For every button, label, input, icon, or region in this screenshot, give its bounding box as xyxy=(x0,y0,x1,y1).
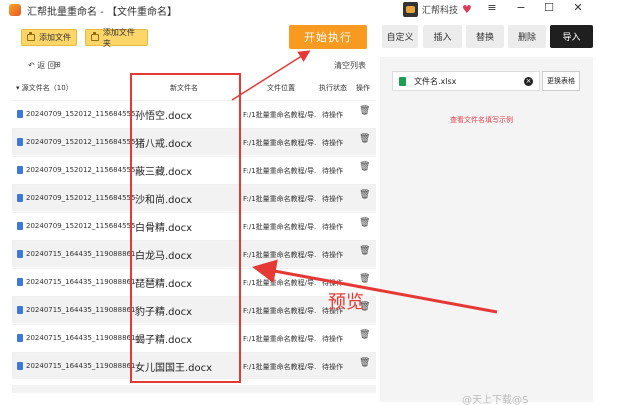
annotation-arrows xyxy=(231,50,498,314)
arrow-to-start xyxy=(231,50,311,101)
watermark: @天上下载@S xyxy=(462,395,529,405)
arrow-to-preview xyxy=(252,259,498,314)
preview-label: 预览 xyxy=(328,292,364,313)
